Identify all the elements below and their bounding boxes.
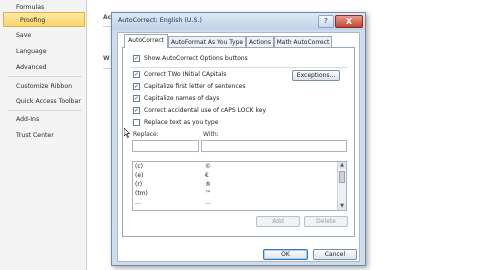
with-label: With: [203,131,219,138]
exceptions-button[interactable]: Exceptions... [292,70,340,81]
list-item-with: © [205,163,211,170]
options-nav-pane: Formulas Proofing Save Language Advanced… [0,0,87,270]
capitalize-first-letter-label: Capitalize first letter of sentences [144,83,246,90]
correct-caps-lock-label: Correct accidental use of cAPS LOCK key [144,107,266,114]
scroll-down-icon[interactable]: ▼ [338,203,346,210]
scroll-up-icon[interactable]: ▲ [338,162,346,169]
list-item-replace: (c) [135,163,143,170]
separator [131,67,348,68]
replace-input[interactable] [132,140,199,152]
list-item-replace: (r) [135,181,143,188]
replace-text-as-you-type-checkbox[interactable] [133,119,140,126]
nav-item-save[interactable]: Save [0,28,86,43]
help-button[interactable]: ? [318,15,334,28]
dialog-titlebar[interactable]: AutoCorrect: English (U.S.) ? X [112,13,365,30]
autocorrect-entries-list[interactable]: (c) © (e) € (r) ® (tm) ™ ... … ▲ ▼ [132,161,347,211]
with-input[interactable] [201,140,347,152]
show-autocorrect-buttons-label: Show AutoCorrect Options buttons [144,55,248,62]
mouse-pointer-icon [124,128,130,138]
capitalize-names-of-days-checkbox[interactable] [133,95,140,102]
nav-item-proofing[interactable]: Proofing [3,12,85,27]
autocorrect-dialog: AutoCorrect: English (U.S.) ? X AutoCorr… [111,12,366,266]
scroll-thumb[interactable] [339,171,345,183]
correct-two-initial-capitals-checkbox[interactable] [133,71,140,78]
list-item-with: € [205,172,209,179]
nav-item-trust-center[interactable]: Trust Center [0,128,86,143]
list-item-replace: ... [135,199,141,206]
ok-button[interactable]: OK [263,249,308,260]
list-item-with: ® [205,181,211,188]
dialog-body: AutoCorrect AutoFormat As You Type Actio… [117,32,360,262]
list-item-replace: (e) [135,172,144,179]
autocorrect-tab-panel: Show AutoCorrect Options buttons Correct… [122,47,355,237]
nav-item-add-ins[interactable]: Add-Ins [0,112,86,127]
list-item-replace: (tm) [135,190,148,197]
dialog-title: AutoCorrect: English (U.S.) [118,17,202,24]
nav-item-quick-access-toolbar[interactable]: Quick Access Toolbar [0,94,86,109]
tab-actions[interactable]: Actions [246,36,274,47]
capitalize-names-of-days-label: Capitalize names of days [144,95,220,102]
cancel-button[interactable]: Cancel [313,249,357,260]
capitalize-first-letter-checkbox[interactable] [133,83,140,90]
add-button[interactable]: Add [256,216,300,227]
tab-autoformat-as-you-type[interactable]: AutoFormat As You Type [168,36,246,47]
nav-item-language[interactable]: Language [0,44,86,59]
nav-divider [8,76,82,77]
show-autocorrect-buttons-checkbox[interactable] [133,55,140,62]
section-heading-fragment: W [103,55,110,62]
delete-button[interactable]: Delete [304,216,348,227]
correct-two-initial-capitals-label: Correct TWo INitial CApitals [144,71,227,78]
list-item-with: ™ [205,190,211,197]
list-item-with: … [205,199,211,206]
replace-text-as-you-type-label: Replace text as you type [144,119,219,126]
tab-math-autocorrect[interactable]: Math AutoCorrect [274,36,332,47]
close-button[interactable]: X [335,15,363,28]
nav-item-customize-ribbon[interactable]: Customize Ribbon [0,79,86,94]
list-scrollbar[interactable]: ▲ ▼ [337,162,346,210]
nav-divider [8,110,82,111]
tab-autocorrect[interactable]: AutoCorrect [124,34,168,48]
correct-caps-lock-checkbox[interactable] [133,107,140,114]
replace-label: Replace: [133,131,159,138]
nav-item-advanced[interactable]: Advanced [0,60,86,75]
section-heading-fragment: Ac [103,14,112,21]
